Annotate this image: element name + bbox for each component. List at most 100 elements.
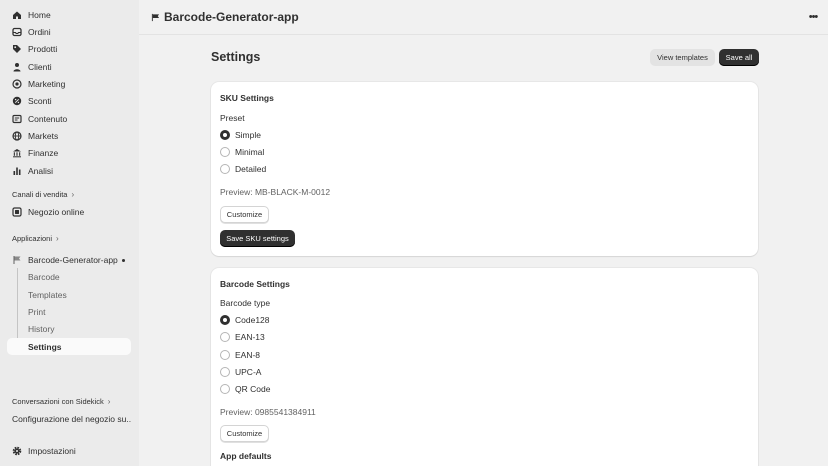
barcode-option-code128[interactable]: Code128: [220, 314, 270, 326]
sidebar-item-label: Contenuto: [28, 113, 68, 124]
radio-checked[interactable]: [220, 315, 230, 325]
sidekick-section[interactable]: Conversazioni con Sidekick ›: [12, 395, 110, 407]
sidebar-item-clienti[interactable]: Clienti: [7, 58, 131, 75]
radio-unchecked[interactable]: [220, 147, 230, 157]
sidebar-item-sconti[interactable]: Sconti: [7, 92, 131, 109]
sidebar-item-negozio-online[interactable]: Negozio online: [7, 203, 131, 220]
sidekick-label: Conversazioni con Sidekick: [12, 396, 104, 406]
sidebar-item-barcode-app[interactable]: Barcode-Generator-app: [7, 251, 131, 268]
radio-unchecked[interactable]: [220, 367, 230, 377]
barcode-settings-card: Barcode Settings Barcode type Code128 EA…: [211, 268, 758, 466]
person-icon: [12, 62, 22, 72]
barcode-preview: Preview: 0985541384911: [220, 407, 316, 417]
chevron-right-icon: ›: [107, 396, 111, 406]
app-title-group: Barcode-Generator-app: [151, 10, 299, 24]
sidebar-subitem-barcode[interactable]: Barcode: [7, 268, 131, 285]
sidebar-item-marketing[interactable]: Marketing: [7, 75, 131, 92]
sales-channels-label: Canali di vendita: [12, 189, 68, 199]
sidebar-item-label: Ordini: [28, 26, 51, 37]
save-sku-settings-button[interactable]: Save SKU settings: [220, 230, 295, 247]
sidebar: Home Ordini Prodotti Clienti Marketing S…: [0, 0, 139, 466]
sidebar-subitem-label: Templates: [28, 289, 67, 300]
sidebar-item-label: Barcode-Generator-app: [28, 254, 118, 265]
radio-label: EAN-8: [235, 350, 261, 360]
sidebar-item-markets[interactable]: Markets: [7, 127, 131, 144]
sidebar-item-label: Impostazioni: [28, 445, 76, 456]
sidebar-subitem-templates[interactable]: Templates: [7, 286, 131, 303]
gear-icon: [12, 446, 22, 456]
preset-option-simple[interactable]: Simple: [220, 129, 261, 141]
app-title: Barcode-Generator-app: [164, 10, 299, 24]
sidebar-item-ordini[interactable]: Ordini: [7, 23, 131, 40]
sales-channels-section[interactable]: Canali di vendita ›: [12, 188, 74, 200]
sidebar-item-label: Analisi: [28, 165, 54, 176]
chart-bar-icon: [12, 166, 22, 176]
radio-unchecked[interactable]: [220, 350, 230, 360]
app-defaults-heading: App defaults: [220, 451, 272, 461]
chevron-right-icon: ›: [56, 233, 59, 243]
sidebar-item-prodotti[interactable]: Prodotti: [7, 40, 131, 57]
sidebar-subitem-label: Settings: [28, 341, 62, 352]
app-flag-icon: [151, 13, 160, 21]
radio-unchecked[interactable]: [220, 384, 230, 394]
tag-icon: [12, 44, 22, 54]
radio-unchecked[interactable]: [220, 332, 230, 342]
barcode-option-qrcode[interactable]: QR Code: [220, 383, 270, 395]
barcode-card-title: Barcode Settings: [220, 279, 290, 289]
preset-option-minimal[interactable]: Minimal: [220, 146, 264, 158]
sidebar-subitem-history[interactable]: History: [7, 320, 131, 337]
radio-label: Simple: [235, 130, 261, 140]
sidebar-item-home[interactable]: Home: [7, 6, 131, 23]
sidebar-item-label: Marketing: [28, 78, 66, 89]
sidebar-subitem-label: History: [28, 323, 55, 334]
radio-unchecked[interactable]: [220, 164, 230, 174]
sku-settings-card: SKU Settings Preset Simple Minimal Detai…: [211, 82, 758, 256]
preset-option-detailed[interactable]: Detailed: [220, 163, 266, 175]
sku-customize-button[interactable]: Customize: [220, 206, 269, 223]
barcode-customize-button[interactable]: Customize: [220, 425, 269, 442]
sidebar-item-label: Clienti: [28, 61, 52, 72]
sidebar-item-label: Configurazione del negozio su...: [12, 413, 131, 424]
orders-icon: [12, 27, 22, 37]
home-icon: [12, 10, 22, 20]
radio-label: QR Code: [235, 384, 271, 394]
page-title: Settings: [211, 50, 261, 64]
sidebar-subitem-settings[interactable]: Settings: [7, 338, 131, 355]
sidebar-item-impostazioni[interactable]: Impostazioni: [7, 442, 131, 459]
apps-section[interactable]: Applicazioni ›: [12, 232, 59, 244]
sidebar-item-sidekick-conversation[interactable]: Configurazione del negozio su...: [7, 410, 131, 427]
app-flag-icon: [12, 255, 22, 265]
barcode-option-ean13[interactable]: EAN-13: [220, 331, 265, 343]
radio-checked[interactable]: [220, 130, 230, 140]
preset-label: Preset: [220, 113, 245, 123]
globe-icon: [12, 130, 22, 141]
sidebar-item-contenuto[interactable]: Contenuto: [7, 110, 131, 127]
sidebar-item-label: Prodotti: [28, 43, 58, 54]
radio-label: EAN-13: [235, 332, 265, 342]
barcode-type-label: Barcode type: [220, 298, 271, 308]
sidebar-item-label: Negozio online: [28, 206, 85, 217]
barcode-option-ean8[interactable]: EAN-8: [220, 349, 260, 361]
sidebar-subitem-label: Print: [28, 306, 46, 317]
sku-card-title: SKU Settings: [220, 93, 274, 103]
barcode-option-upca[interactable]: UPC-A: [220, 366, 261, 378]
sidebar-subitem-print[interactable]: Print: [7, 303, 131, 320]
radio-label: UPC-A: [235, 367, 262, 377]
target-icon: [12, 78, 22, 89]
store-icon: [12, 206, 22, 217]
more-actions-button[interactable]: •••: [806, 10, 820, 24]
view-templates-button[interactable]: View templates: [650, 49, 715, 66]
save-all-button[interactable]: Save all: [719, 49, 759, 66]
sidebar-item-label: Sconti: [28, 95, 52, 106]
sidebar-item-label: Markets: [28, 130, 59, 141]
sidebar-item-label: Home: [28, 9, 51, 20]
app-status-dot: [122, 259, 125, 262]
chevron-right-icon: ›: [71, 189, 75, 199]
bank-icon: [12, 148, 22, 158]
sidebar-item-finanze[interactable]: Finanze: [7, 144, 131, 161]
sidebar-item-label: Finanze: [28, 147, 59, 158]
radio-label: Code128: [235, 315, 270, 325]
app-topbar: Barcode-Generator-app •••: [139, 0, 828, 35]
content-icon: [12, 114, 22, 124]
sidebar-item-analisi[interactable]: Analisi: [7, 162, 131, 179]
